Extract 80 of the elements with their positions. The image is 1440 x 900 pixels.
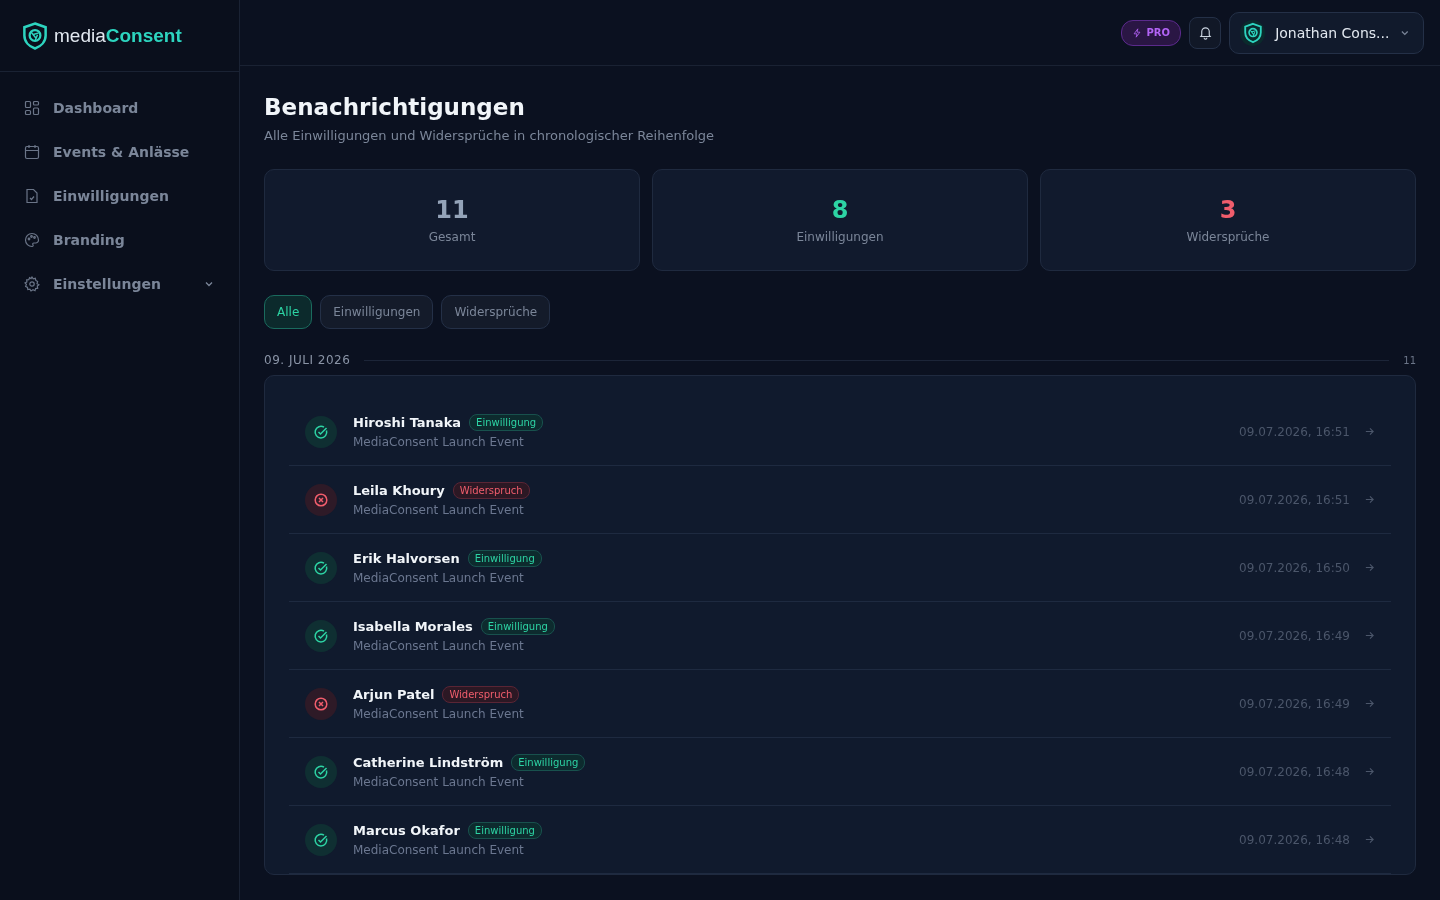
timestamp: 09.07.2026, 16:50 [1239, 560, 1350, 575]
arrow-right-icon [1364, 698, 1375, 709]
status-tag: Einwilligung [469, 414, 544, 431]
stat-label: Gesamt [428, 230, 476, 244]
page-title: Benachrichtigungen [264, 94, 526, 120]
person-name: Isabella Morales [353, 619, 473, 634]
filter-tab[interactable]: Einwilligungen [320, 295, 434, 329]
bell-icon [1197, 25, 1213, 40]
shield-logo-icon [20, 20, 50, 51]
notification-row[interactable]: Catherine Lindström Einwilligung MediaConsent Launch Event 09.07.2026, 16:48 [289, 738, 1391, 806]
person-name: Catherine Lindström [353, 755, 504, 770]
arrow-right-icon [1364, 426, 1375, 437]
group-count: 11 [1403, 354, 1416, 366]
notifications-button[interactable] [1189, 16, 1221, 49]
event-name: MediaConsent Launch Event [353, 435, 525, 449]
user-menu-button[interactable]: Jonathan Cons... [1229, 11, 1424, 54]
person-name: Marcus Okafor [353, 823, 460, 838]
timestamp: 09.07.2026, 16:49 [1239, 696, 1350, 711]
stat-value: 8 [831, 196, 849, 224]
palette-icon [24, 232, 40, 248]
notification-row[interactable]: Erik Halvorsen Einwilligung MediaConsent Launch Event 09.07.2026, 16:50 [289, 534, 1391, 602]
arrow-right-icon [1364, 630, 1375, 641]
event-name: MediaConsent Launch Event [353, 843, 525, 857]
status-tag: Einwilligung [511, 754, 586, 771]
notification-row[interactable]: Isabella Morales Einwilligung MediaConsent Launch Event 09.07.2026, 16:49 [289, 602, 1391, 670]
check-circle-icon [305, 823, 337, 856]
sidebar-item[interactable]: Einstellungen [12, 262, 227, 306]
timestamp: 09.07.2026, 16:49 [1239, 628, 1350, 643]
check-circle-icon [305, 551, 337, 584]
stat-label: Widersprüche [1186, 230, 1270, 244]
stat-value: 3 [1219, 196, 1237, 224]
status-tag: Widerspruch [452, 482, 530, 499]
person-name: Arjun Patel [353, 687, 435, 702]
notification-row[interactable]: Hiroshi Tanaka Einwilligung MediaConsent Launch Event 09.07.2026, 16:51 [289, 398, 1391, 466]
sidebar-item[interactable]: Events & Anlässe [12, 130, 227, 174]
group-date: 09. JULI 2026 [264, 353, 351, 367]
notification-row[interactable]: Leila Khoury Widerspruch MediaConsent Launch Event 09.07.2026, 16:51 [289, 466, 1391, 534]
event-name: MediaConsent Launch Event [353, 503, 525, 517]
status-tag: Einwilligung [467, 822, 542, 839]
filter-tab[interactable]: Widersprüche [441, 295, 551, 329]
lightning-icon [1132, 27, 1143, 38]
document-check-icon [24, 188, 40, 204]
sidebar-item[interactable]: Branding [12, 218, 227, 262]
check-circle-icon [305, 415, 337, 448]
check-circle-icon [305, 619, 337, 652]
arrow-right-icon [1364, 766, 1375, 777]
event-name: MediaConsent Launch Event [353, 707, 525, 721]
event-name: MediaConsent Launch Event [353, 639, 525, 653]
calendar-icon [24, 144, 40, 160]
timestamp: 09.07.2026, 16:51 [1239, 492, 1350, 507]
grid-icon [24, 100, 40, 116]
arrow-right-icon [1364, 494, 1375, 505]
person-name: Erik Halvorsen [353, 551, 460, 566]
settings-icon [24, 276, 40, 292]
person-name: Hiroshi Tanaka [353, 415, 462, 430]
brand-logo-text: mediaConsent [54, 24, 182, 47]
pro-label: PRO [1146, 27, 1170, 38]
page-subtitle: Alle Einwilligungen und Widersprüche in chronologischer Reihenfolge [264, 128, 716, 143]
event-name: MediaConsent Launch Event [353, 571, 525, 585]
event-name: MediaConsent Launch Event [353, 775, 525, 789]
filter-tab[interactable]: Alle [264, 295, 313, 329]
notification-row[interactable]: Marcus Okafor Einwilligung MediaConsent Launch Event 09.07.2026, 16:48 [289, 806, 1391, 874]
status-tag: Einwilligung [467, 550, 542, 567]
arrow-right-icon [1364, 834, 1375, 845]
status-tag: Einwilligung [480, 618, 555, 635]
sidebar-item[interactable]: Einwilligungen [12, 174, 227, 218]
status-tag: Widerspruch [442, 686, 520, 703]
timestamp: 09.07.2026, 16:48 [1239, 832, 1350, 847]
arrow-right-icon [1364, 562, 1375, 573]
x-circle-icon [305, 483, 337, 516]
check-circle-icon [305, 755, 337, 788]
stat-value: 11 [435, 196, 469, 224]
stat-label: Einwilligungen [796, 230, 884, 244]
shield-logo-icon [1241, 21, 1264, 44]
notification-row[interactable]: Arjun Patel Widerspruch MediaConsent Launch Event 09.07.2026, 16:49 [289, 670, 1391, 738]
timestamp: 09.07.2026, 16:48 [1239, 764, 1350, 779]
person-name: Leila Khoury [353, 483, 445, 498]
sidebar-item[interactable]: Dashboard [12, 86, 227, 130]
x-circle-icon [305, 687, 337, 720]
timestamp: 09.07.2026, 16:51 [1239, 424, 1350, 439]
